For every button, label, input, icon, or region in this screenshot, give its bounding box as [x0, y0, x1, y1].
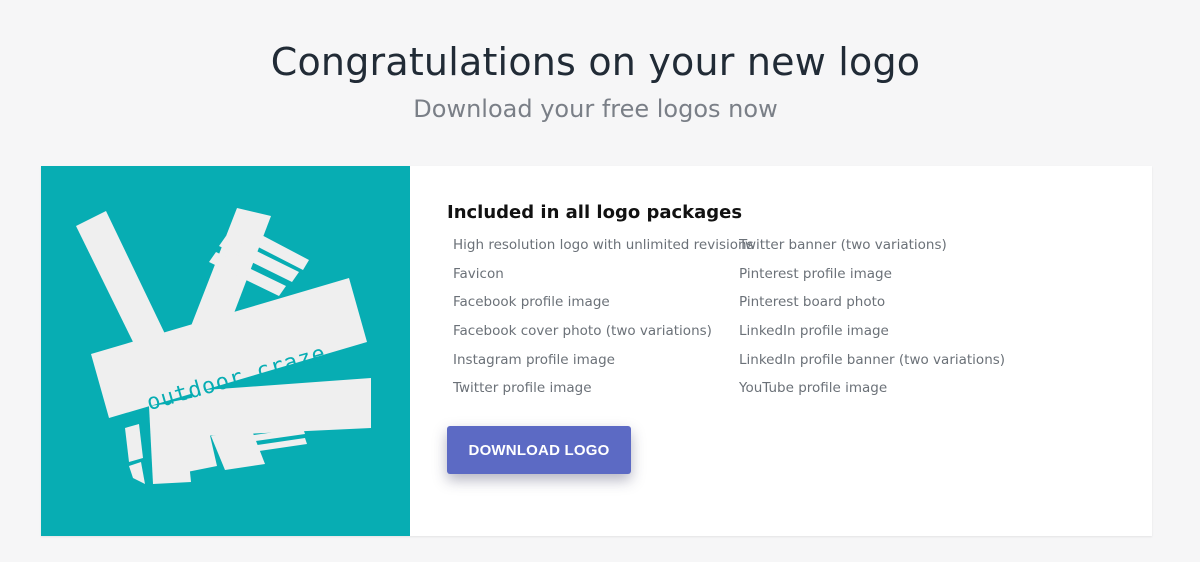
- package-list-right: Twitter banner (two variations) Pinteres…: [739, 237, 1005, 409]
- list-item: LinkedIn profile image: [739, 323, 889, 340]
- list-item: Twitter banner (two variations): [739, 237, 947, 253]
- package-info: Included in all logo packages High resol…: [447, 202, 1127, 407]
- list-item: Pinterest board photo: [739, 294, 886, 311]
- package-heading: Included in all logo packages: [447, 202, 743, 223]
- list-item: Facebook cover photo (two variations): [453, 323, 712, 340]
- page-title: Congratulations on your new logo: [270, 40, 921, 84]
- list-item: Pinterest profile image: [739, 265, 892, 282]
- page-subtitle: Download your free logos now: [413, 95, 778, 123]
- logo-preview: outdoor craze: [41, 166, 410, 536]
- list-item: LinkedIn profile banner (two variations): [739, 351, 1006, 368]
- logo-card: outdoor craze Included in all logo packa…: [41, 166, 1152, 536]
- list-item: Twitter profile image: [453, 380, 592, 397]
- list-item: Facebook profile image: [453, 294, 610, 311]
- list-item: High resolution logo with unlimited revi…: [453, 237, 754, 253]
- list-item: YouTube profile image: [739, 380, 888, 397]
- logo-graphic: outdoor craze: [76, 208, 371, 484]
- list-item: Favicon: [453, 265, 504, 282]
- package-list-left: High resolution logo with unlimited revi…: [453, 237, 754, 409]
- list-item: Instagram profile image: [453, 351, 615, 368]
- download-logo-button[interactable]: DOWNLOAD LOGO: [447, 426, 631, 474]
